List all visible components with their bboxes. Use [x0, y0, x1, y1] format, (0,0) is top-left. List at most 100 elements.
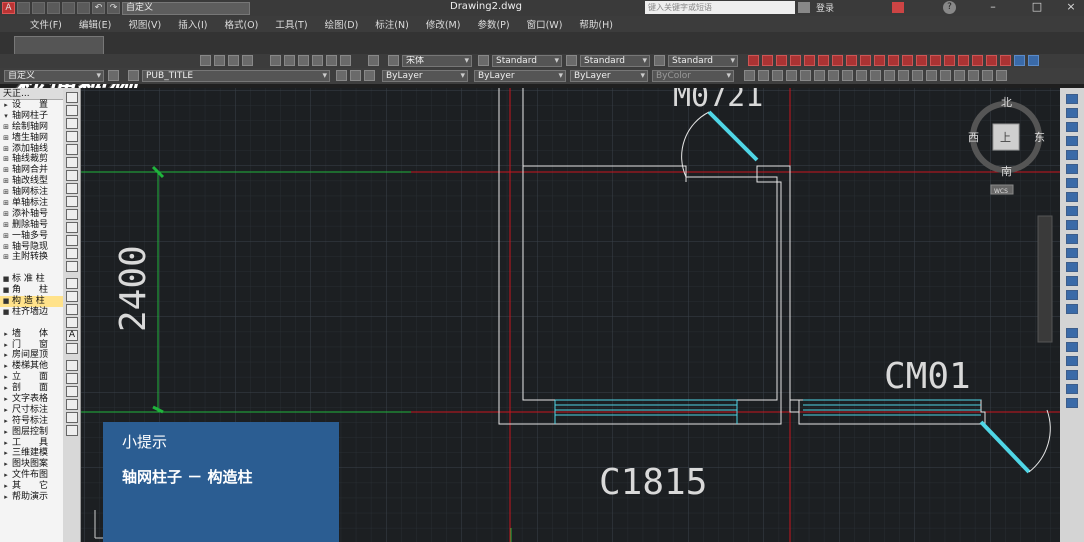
menu-item-33[interactable]: ▸ 图块图案 — [0, 459, 63, 470]
dimension-continue-icon[interactable] — [888, 55, 899, 66]
blue-tool-15-icon[interactable] — [940, 70, 951, 81]
menu-item-5[interactable]: ⊞ 轴线裁剪 — [0, 154, 63, 165]
gradient-icon[interactable] — [66, 291, 78, 302]
erase-icon[interactable] — [66, 360, 78, 371]
help-small-icon[interactable] — [368, 55, 379, 66]
viewcube-east[interactable]: 东 — [1034, 131, 1045, 144]
maximize-button[interactable]: □ — [1024, 0, 1050, 16]
menu-item-35[interactable]: ▸ 其 它 — [0, 481, 63, 492]
text-style-manager-icon[interactable] — [478, 55, 489, 66]
table-style-select[interactable]: Standard — [668, 55, 738, 67]
markup-icon[interactable] — [326, 55, 337, 66]
menu-item-36[interactable]: ▸ 帮助演示 — [0, 492, 63, 503]
menu-window[interactable]: 窗口(W) — [527, 17, 563, 31]
right-tool-8-icon[interactable] — [1066, 192, 1078, 202]
dimension-linear-icon[interactable] — [748, 55, 759, 66]
zoom-previous-icon[interactable] — [242, 55, 253, 66]
right-tool-9-icon[interactable] — [1066, 206, 1078, 216]
viewcube-south[interactable]: 南 — [1001, 165, 1012, 178]
center-mark-icon[interactable] — [944, 55, 955, 66]
right-tool-2-icon[interactable] — [1066, 108, 1078, 118]
menu-item-25[interactable]: ▸ 立 面 — [0, 372, 63, 383]
point-icon[interactable] — [66, 261, 78, 272]
layer-select[interactable]: PUB_TITLE — [142, 70, 330, 82]
menu-item-8[interactable]: ⊞ 轴网标注 — [0, 187, 63, 198]
right-tool-13-icon[interactable] — [1066, 262, 1078, 272]
viewcube-face[interactable]: 上 — [1000, 131, 1011, 144]
menu-item-28[interactable]: ▸ 尺寸标注 — [0, 405, 63, 416]
offset-icon[interactable] — [66, 399, 78, 410]
ellipse-icon[interactable] — [66, 209, 78, 220]
new-file-icon[interactable] — [17, 2, 30, 14]
sheet-set-icon[interactable] — [312, 55, 323, 66]
construction-line-icon[interactable] — [66, 105, 78, 116]
text-style-icon[interactable] — [388, 55, 399, 66]
menu-edit[interactable]: 编辑(E) — [79, 17, 111, 31]
binoculars-icon[interactable] — [798, 2, 810, 13]
blue-tool-3-icon[interactable] — [772, 70, 783, 81]
dimension-baseline-icon[interactable] — [874, 55, 885, 66]
dimension-break-icon[interactable] — [916, 55, 927, 66]
dimension-ordinate-icon[interactable] — [790, 55, 801, 66]
right-tool-7-icon[interactable] — [1066, 178, 1078, 188]
right-tool-3-icon[interactable] — [1066, 122, 1078, 132]
menu-tools[interactable]: 工具(T) — [275, 17, 307, 31]
move-icon[interactable] — [66, 425, 78, 436]
properties-icon[interactable] — [270, 55, 281, 66]
menu-item-29[interactable]: ▸ 符号标注 — [0, 416, 63, 427]
menu-modify[interactable]: 修改(M) — [426, 17, 461, 31]
menu-help[interactable]: 帮助(H) — [579, 17, 613, 31]
right-tool-14-icon[interactable] — [1066, 276, 1078, 286]
workspace-select[interactable]: 自定义 — [122, 1, 250, 15]
spline-icon[interactable] — [66, 196, 78, 207]
tool-palettes-icon[interactable] — [298, 55, 309, 66]
right-tool-20-icon[interactable] — [1066, 370, 1078, 380]
right-tool-11-icon[interactable] — [1066, 234, 1078, 244]
blue-tool-1-icon[interactable] — [744, 70, 755, 81]
jogged-linear-icon[interactable] — [972, 55, 983, 66]
right-tool-22-icon[interactable] — [1066, 398, 1078, 408]
blue-tool-17-icon[interactable] — [968, 70, 979, 81]
login-button[interactable]: 登录 — [816, 1, 834, 14]
menu-item-0[interactable]: ▸ 设 置 — [0, 100, 63, 111]
quick-dimension-icon[interactable] — [860, 55, 871, 66]
dimension-edit-icon[interactable] — [986, 55, 997, 66]
save-icon[interactable] — [47, 2, 60, 14]
copy-icon[interactable] — [66, 373, 78, 384]
layer-previous-icon[interactable] — [350, 70, 361, 81]
right-tool-12-icon[interactable] — [1066, 248, 1078, 258]
revision-cloud-icon[interactable] — [66, 183, 78, 194]
dimension-aligned-icon[interactable] — [762, 55, 773, 66]
blue-tool-7-icon[interactable] — [828, 70, 839, 81]
layer-properties-icon[interactable] — [128, 70, 139, 81]
dimension-arc-icon[interactable] — [776, 55, 787, 66]
color-select[interactable]: ByLayer — [382, 70, 468, 82]
blue-tool-13-icon[interactable] — [912, 70, 923, 81]
table-icon[interactable] — [66, 317, 78, 328]
right-tool-15-icon[interactable] — [1066, 290, 1078, 300]
right-tool-17-icon[interactable] — [1066, 328, 1078, 338]
right-tool-18-icon[interactable] — [1066, 342, 1078, 352]
right-tool-10-icon[interactable] — [1066, 220, 1078, 230]
menu-item-9[interactable]: ⊞ 单轴标注 — [0, 198, 63, 209]
exchange-icon[interactable] — [892, 2, 904, 13]
layer-state-icon[interactable] — [364, 70, 375, 81]
dimension-jogged-icon[interactable] — [818, 55, 829, 66]
workspace-settings-icon[interactable] — [108, 70, 119, 81]
search-input[interactable]: 键入关键字或短语 — [645, 1, 795, 14]
dimension-angular-icon[interactable] — [846, 55, 857, 66]
hatch-icon[interactable] — [66, 278, 78, 289]
menu-item-18[interactable]: ■ 构 造 柱 — [0, 296, 63, 307]
rectangle-icon[interactable] — [66, 144, 78, 155]
save-as-icon[interactable] — [62, 2, 75, 14]
lineweight-select[interactable]: ByLayer — [570, 70, 648, 82]
pan-icon[interactable] — [200, 55, 211, 66]
make-block-icon[interactable] — [66, 248, 78, 259]
design-center-icon[interactable] — [284, 55, 295, 66]
insert-block-icon[interactable] — [66, 235, 78, 246]
blue-tool-12-icon[interactable] — [898, 70, 909, 81]
tab-drawing2[interactable] — [14, 36, 104, 54]
blue-tool-16-icon[interactable] — [954, 70, 965, 81]
right-tool-19-icon[interactable] — [1066, 356, 1078, 366]
menu-item-6[interactable]: ⊞ 轴网合并 — [0, 165, 63, 176]
